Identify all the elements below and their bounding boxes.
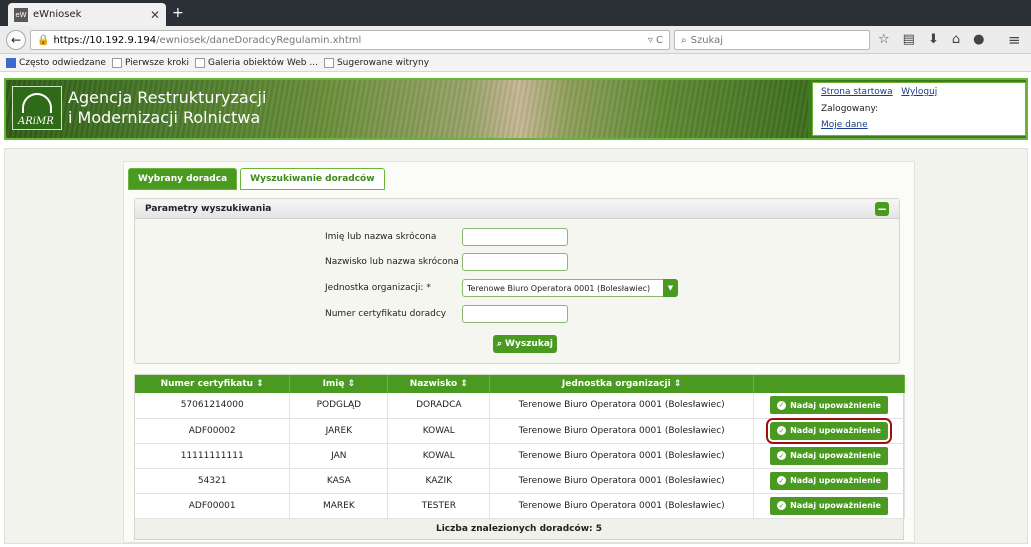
unit-label: Jednostka organizacji: * <box>325 283 431 293</box>
col-last-name[interactable]: Nazwisko ⇕ <box>387 375 491 393</box>
new-tab-icon[interactable]: + <box>172 5 184 21</box>
home-icon[interactable]: ⌂ <box>952 32 960 47</box>
search-icon: ⌕ <box>497 339 503 349</box>
form-row-surname: Nazwisko lub nazwa skrócona <box>325 253 705 273</box>
url-host: https://10.192.9.194 <box>53 34 157 46</box>
bookmark-item[interactable]: Sugerowane witryny <box>323 57 429 68</box>
header-banner: ARiMR Agencja Restrukturyzacji i Moderni… <box>6 80 808 138</box>
browser-nav-bar: ← 🔒 https://10.192.9.194 /ewniosek/daneD… <box>0 26 1031 54</box>
bookmark-item[interactable]: Galeria obiektów Web ... <box>195 57 318 68</box>
form-row-unit: Jednostka organizacji: * Terenowe Biuro … <box>325 279 705 299</box>
results-count: Liczba znalezionych doradców: 5 <box>135 518 903 539</box>
bookmark-item[interactable]: Pierwsze kroki <box>111 57 189 68</box>
tab-selected-advisor[interactable]: Wybrany doradca <box>128 168 238 190</box>
search-panel: Parametry wyszukiwania − Imię lub nazwa … <box>134 198 900 364</box>
surname-label: Nazwisko lub nazwa skrócona <box>325 257 459 267</box>
search-panel-title: Parametry wyszukiwania <box>145 203 272 214</box>
check-icon: ✓ <box>777 426 787 435</box>
home-link[interactable]: Strona startowa <box>821 87 893 97</box>
table-row: 54321 KASA KAZIK Terenowe Biuro Operator… <box>135 468 905 494</box>
hamburger-menu-icon[interactable]: ≡ <box>1008 31 1021 49</box>
download-icon[interactable]: ⬇ <box>928 32 939 47</box>
authorize-button[interactable]: ✓ Nadaj upoważnienie <box>770 446 888 465</box>
bookmark-icon <box>195 57 206 68</box>
form-row-name: Imię lub nazwa skrócona <box>325 228 705 248</box>
chat-icon[interactable]: ● <box>973 32 984 47</box>
authorize-button[interactable]: ✓ Nadaj upoważnienie <box>770 396 888 415</box>
search-button[interactable]: ⌕ Wyszukaj <box>493 335 557 353</box>
table-row: 57061214000 PODGLĄD DORADCA Terenowe Biu… <box>135 393 905 419</box>
tab-advisor-search[interactable]: Wyszukiwanie doradców <box>240 168 385 190</box>
unit-select[interactable]: Terenowe Biuro Operatora 0001 (Bolesławi… <box>462 279 678 297</box>
content-box: Wybrany doradca Wyszukiwanie doradców Pa… <box>123 161 915 543</box>
tab-list: Wybrany doradca Wyszukiwanie doradców <box>128 168 388 190</box>
cert-label: Numer certyfikatu doradcy <box>325 309 447 319</box>
organization-name: Agencja Restrukturyzacji i Modernizacji … <box>68 88 267 127</box>
browser-tab-bar: eW eWniosek ✕ + <box>0 0 1031 26</box>
col-first-name[interactable]: Imię ⇕ <box>289 375 389 393</box>
authorize-button-highlighted[interactable]: ✓ Nadaj upoważnienie <box>766 417 892 444</box>
authorize-button[interactable]: ✓ Nadaj upoważnienie <box>770 496 888 515</box>
main-area: Wybrany doradca Wyszukiwanie doradców Pa… <box>4 148 1028 544</box>
arimr-logo: ARiMR <box>12 86 62 130</box>
browser-tab-title: eWniosek <box>33 9 82 20</box>
my-data-link[interactable]: Moje dane <box>821 120 868 130</box>
bookmark-icon <box>323 57 334 68</box>
table-row: 11111111111 JAN KOWAL Terenowe Biuro Ope… <box>135 443 905 469</box>
reload-icon[interactable]: ▿ C <box>648 35 663 46</box>
collapse-icon[interactable]: − <box>875 201 889 216</box>
form-row-cert: Numer certyfikatu doradcy <box>325 305 705 325</box>
lock-icon: 🔒 <box>37 34 50 46</box>
reading-list-icon[interactable]: ▤ <box>903 32 915 47</box>
table-row: ADF00001 MAREK TESTER Terenowe Biuro Ope… <box>135 493 905 519</box>
user-box: Strona startowa Wyloguj Zalogowany: Moje… <box>812 82 1026 136</box>
logged-in-label: Zalogowany: <box>821 104 879 114</box>
bookmark-item[interactable]: Często odwiedzane <box>6 57 106 68</box>
favicon-icon: eW <box>14 7 28 22</box>
cert-input[interactable] <box>462 305 568 323</box>
logged-in-user <box>882 103 1013 115</box>
search-placeholder: Szukaj <box>690 34 724 46</box>
authorize-button[interactable]: ✓ Nadaj upoważnienie <box>770 471 888 490</box>
search-icon: ⌕ <box>681 34 687 46</box>
browser-tab[interactable]: eW eWniosek ✕ <box>8 3 166 26</box>
bookmark-icon <box>6 57 16 68</box>
col-action <box>753 375 905 393</box>
check-icon: ✓ <box>777 501 787 510</box>
check-icon: ✓ <box>777 476 787 485</box>
table-row: ADF00002 JAREK KOWAL Terenowe Biuro Oper… <box>135 417 905 444</box>
close-icon[interactable]: ✕ <box>150 8 160 22</box>
site-header: ARiMR Agencja Restrukturyzacji i Moderni… <box>4 78 1028 140</box>
url-path: /ewniosek/daneDoradcyRegulamin.xhtml <box>156 34 362 46</box>
browser-search-input[interactable]: ⌕ Szukaj <box>674 30 870 50</box>
name-input[interactable] <box>462 228 568 246</box>
unit-select-value: Terenowe Biuro Operatora 0001 (Bolesławi… <box>467 283 651 293</box>
check-icon: ✓ <box>777 400 787 410</box>
logout-link[interactable]: Wyloguj <box>901 87 937 97</box>
url-bar[interactable]: 🔒 https://10.192.9.194 /ewniosek/daneDor… <box>30 30 670 50</box>
advisors-table: Numer certyfikatu ⇕ Imię ⇕ Nazwisko ⇕ Je… <box>134 374 905 540</box>
bookmark-icon <box>111 57 122 68</box>
surname-input[interactable] <box>462 253 568 271</box>
col-cert[interactable]: Numer certyfikatu ⇕ <box>135 375 291 393</box>
search-panel-header: Parametry wyszukiwania − <box>135 199 899 219</box>
bookmarks-bar: Często odwiedzane Pierwsze kroki Galeria… <box>0 54 1031 72</box>
name-label: Imię lub nazwa skrócona <box>325 232 437 242</box>
col-unit[interactable]: Jednostka organizacji ⇕ <box>489 375 755 393</box>
toolbar-icons: ☆ ▤ ⬇ ⌂ ● <box>878 32 984 47</box>
star-icon[interactable]: ☆ <box>878 32 890 47</box>
chevron-down-icon[interactable]: ▼ <box>663 279 678 297</box>
check-icon: ✓ <box>777 451 787 460</box>
sun-icon <box>22 93 52 113</box>
back-arrow-icon[interactable]: ← <box>6 30 26 50</box>
